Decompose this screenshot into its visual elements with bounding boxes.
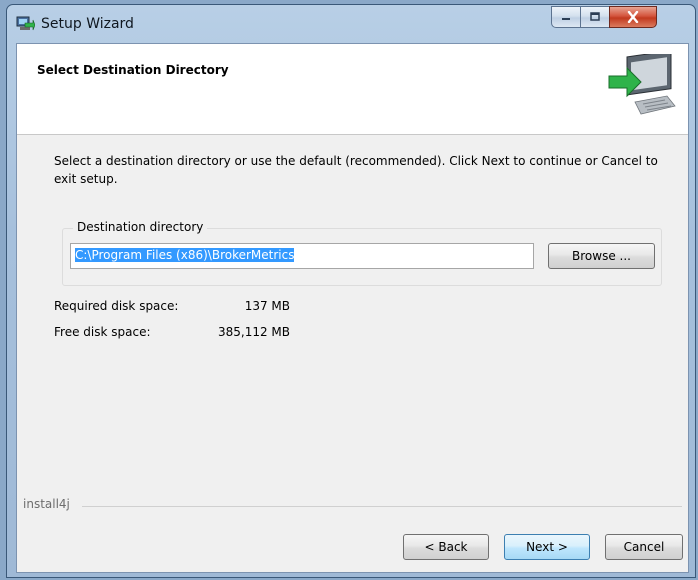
free-space-label: Free disk space: (54, 325, 151, 339)
title-bar[interactable]: Setup Wizard (7, 5, 695, 43)
maximize-icon (590, 12, 600, 21)
close-button[interactable] (609, 6, 657, 28)
maximize-button[interactable] (580, 6, 610, 28)
setup-wizard-window: Setup Wizard Select Destination Director… (6, 4, 696, 578)
destination-path-text: C:\Program Files (x86)\BrokerMetrics (75, 248, 295, 262)
install-computer-graphic (608, 54, 676, 115)
window-title: Setup Wizard (41, 16, 134, 32)
destination-legend: Destination directory (73, 220, 208, 234)
cancel-button[interactable]: Cancel (605, 534, 683, 560)
wizard-content: Select Destination Directory Select a de… (16, 43, 689, 573)
browse-button[interactable]: Browse ... (548, 243, 655, 269)
close-icon (627, 11, 639, 23)
install4j-label: install4j (23, 497, 70, 511)
footer-divider (82, 506, 682, 507)
setup-app-icon (16, 16, 35, 31)
minimize-button[interactable] (551, 6, 581, 28)
destination-group: Destination directory C:\Program Files (… (62, 220, 662, 286)
wizard-header: Select Destination Directory (17, 44, 688, 135)
free-space-value: 385,112 MB (217, 325, 290, 339)
intro-text: Select a destination directory or use th… (54, 154, 658, 186)
required-space-label: Required disk space: (54, 299, 179, 313)
minimize-icon (562, 18, 570, 20)
back-button[interactable]: < Back (403, 534, 489, 560)
page-title: Select Destination Directory (37, 63, 229, 77)
required-space-value: 137 MB (244, 299, 290, 313)
next-button[interactable]: Next > (504, 534, 590, 560)
destination-path-input[interactable]: C:\Program Files (x86)\BrokerMetrics (70, 243, 534, 269)
